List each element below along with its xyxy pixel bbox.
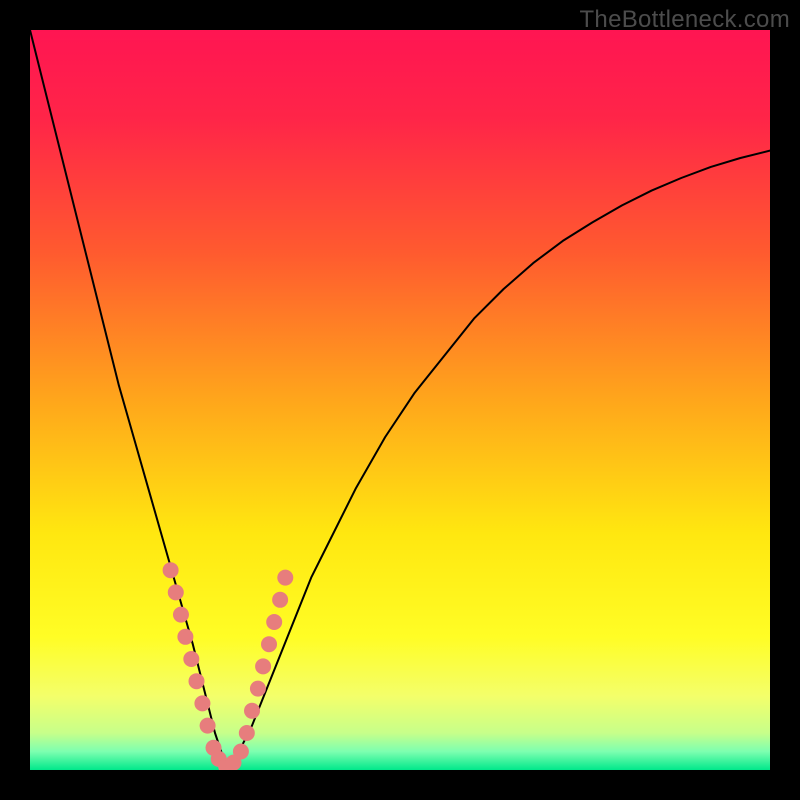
marker-dot	[255, 658, 271, 674]
marker-dot	[272, 592, 288, 608]
marker-dot	[177, 629, 193, 645]
marker-dot	[250, 681, 266, 697]
marker-dot	[200, 718, 216, 734]
marker-dot	[261, 636, 277, 652]
marker-dot	[233, 744, 249, 760]
chart-frame: TheBottleneck.com	[0, 0, 800, 800]
marker-dot	[163, 562, 179, 578]
marker-dot	[244, 703, 260, 719]
plot-area	[30, 30, 770, 770]
marker-dot	[173, 607, 189, 623]
marker-dot	[277, 570, 293, 586]
plot-svg	[30, 30, 770, 770]
marker-dot	[168, 584, 184, 600]
marker-dot	[194, 695, 210, 711]
watermark-text: TheBottleneck.com	[579, 6, 790, 34]
marker-dot	[189, 673, 205, 689]
marker-dot	[183, 651, 199, 667]
marker-dot	[239, 725, 255, 741]
marker-dot	[266, 614, 282, 630]
gradient-background	[30, 30, 770, 770]
